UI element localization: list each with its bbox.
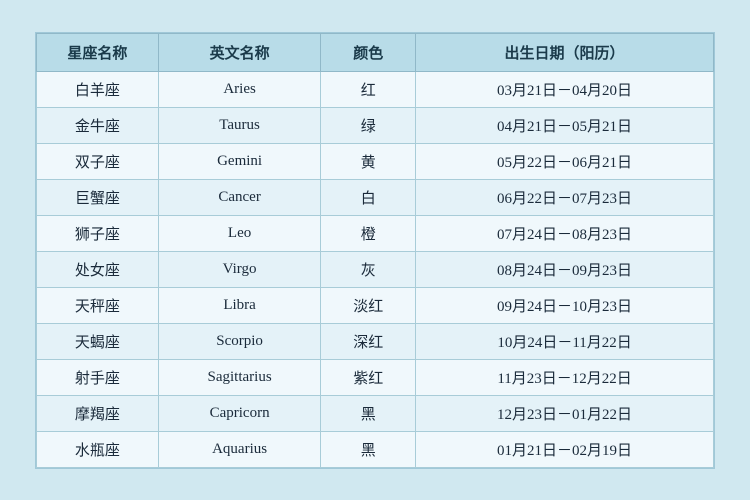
cell-english: Aries xyxy=(158,71,320,107)
cell-english: Capricorn xyxy=(158,395,320,431)
table-row: 天秤座Libra淡红09月24日－10月23日 xyxy=(37,287,714,323)
cell-date: 10月24日－11月22日 xyxy=(416,323,714,359)
cell-english: Aquarius xyxy=(158,431,320,467)
zodiac-table: 星座名称 英文名称 颜色 出生日期（阳历） 白羊座Aries红03月21日－04… xyxy=(36,33,714,468)
cell-color: 红 xyxy=(321,71,416,107)
table-header-row: 星座名称 英文名称 颜色 出生日期（阳历） xyxy=(37,33,714,71)
header-english: 英文名称 xyxy=(158,33,320,71)
cell-chinese: 狮子座 xyxy=(37,215,159,251)
cell-chinese: 处女座 xyxy=(37,251,159,287)
cell-color: 淡红 xyxy=(321,287,416,323)
header-color: 颜色 xyxy=(321,33,416,71)
cell-color: 绿 xyxy=(321,107,416,143)
cell-date: 06月22日－07月23日 xyxy=(416,179,714,215)
table-body: 白羊座Aries红03月21日－04月20日金牛座Taurus绿04月21日－0… xyxy=(37,71,714,467)
cell-date: 05月22日－06月21日 xyxy=(416,143,714,179)
cell-english: Taurus xyxy=(158,107,320,143)
zodiac-table-container: 星座名称 英文名称 颜色 出生日期（阳历） 白羊座Aries红03月21日－04… xyxy=(35,32,715,469)
cell-chinese: 射手座 xyxy=(37,359,159,395)
cell-english: Cancer xyxy=(158,179,320,215)
cell-english: Libra xyxy=(158,287,320,323)
cell-english: Sagittarius xyxy=(158,359,320,395)
cell-date: 08月24日－09月23日 xyxy=(416,251,714,287)
table-row: 射手座Sagittarius紫红11月23日－12月22日 xyxy=(37,359,714,395)
table-row: 狮子座Leo橙07月24日－08月23日 xyxy=(37,215,714,251)
cell-chinese: 天蝎座 xyxy=(37,323,159,359)
cell-chinese: 双子座 xyxy=(37,143,159,179)
cell-date: 09月24日－10月23日 xyxy=(416,287,714,323)
cell-color: 紫红 xyxy=(321,359,416,395)
table-row: 天蝎座Scorpio深红10月24日－11月22日 xyxy=(37,323,714,359)
cell-english: Scorpio xyxy=(158,323,320,359)
cell-date: 11月23日－12月22日 xyxy=(416,359,714,395)
cell-chinese: 摩羯座 xyxy=(37,395,159,431)
cell-color: 白 xyxy=(321,179,416,215)
table-row: 双子座Gemini黄05月22日－06月21日 xyxy=(37,143,714,179)
cell-chinese: 巨蟹座 xyxy=(37,179,159,215)
cell-date: 01月21日－02月19日 xyxy=(416,431,714,467)
cell-date: 04月21日－05月21日 xyxy=(416,107,714,143)
cell-color: 橙 xyxy=(321,215,416,251)
table-row: 白羊座Aries红03月21日－04月20日 xyxy=(37,71,714,107)
cell-color: 黑 xyxy=(321,395,416,431)
cell-chinese: 水瓶座 xyxy=(37,431,159,467)
cell-english: Leo xyxy=(158,215,320,251)
cell-chinese: 白羊座 xyxy=(37,71,159,107)
cell-date: 12月23日－01月22日 xyxy=(416,395,714,431)
cell-color: 黄 xyxy=(321,143,416,179)
cell-chinese: 天秤座 xyxy=(37,287,159,323)
header-date: 出生日期（阳历） xyxy=(416,33,714,71)
cell-color: 深红 xyxy=(321,323,416,359)
cell-english: Gemini xyxy=(158,143,320,179)
header-chinese: 星座名称 xyxy=(37,33,159,71)
cell-english: Virgo xyxy=(158,251,320,287)
table-row: 金牛座Taurus绿04月21日－05月21日 xyxy=(37,107,714,143)
table-row: 巨蟹座Cancer白06月22日－07月23日 xyxy=(37,179,714,215)
table-row: 摩羯座Capricorn黑12月23日－01月22日 xyxy=(37,395,714,431)
table-row: 水瓶座Aquarius黑01月21日－02月19日 xyxy=(37,431,714,467)
table-row: 处女座Virgo灰08月24日－09月23日 xyxy=(37,251,714,287)
cell-chinese: 金牛座 xyxy=(37,107,159,143)
cell-color: 灰 xyxy=(321,251,416,287)
cell-date: 07月24日－08月23日 xyxy=(416,215,714,251)
cell-color: 黑 xyxy=(321,431,416,467)
cell-date: 03月21日－04月20日 xyxy=(416,71,714,107)
